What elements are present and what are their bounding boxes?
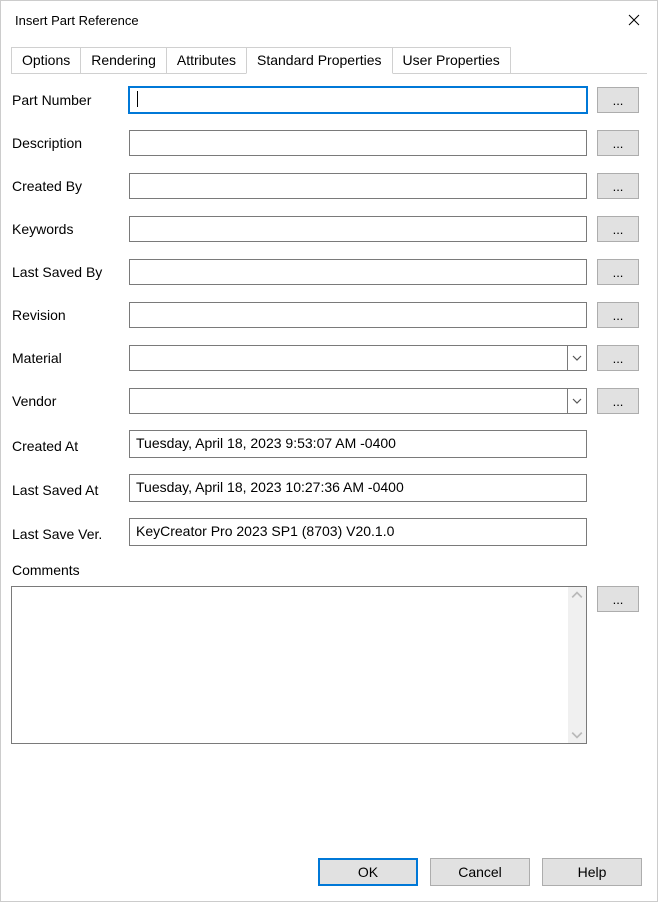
label-part-number: Part Number bbox=[11, 92, 129, 108]
row-keywords: Keywords ... bbox=[11, 215, 639, 243]
tab-rendering[interactable]: Rendering bbox=[80, 47, 167, 73]
chevron-down-icon bbox=[572, 398, 582, 404]
keywords-input[interactable] bbox=[129, 216, 587, 242]
created-by-browse-button[interactable]: ... bbox=[597, 173, 639, 199]
material-select[interactable] bbox=[129, 345, 587, 371]
row-revision: Revision ... bbox=[11, 301, 639, 329]
comments-box bbox=[11, 586, 587, 744]
close-icon bbox=[628, 14, 640, 26]
description-input[interactable] bbox=[129, 130, 587, 156]
description-browse-button[interactable]: ... bbox=[597, 130, 639, 156]
scroll-up-icon bbox=[571, 589, 583, 601]
revision-input[interactable] bbox=[129, 302, 587, 328]
scroll-down-icon bbox=[571, 729, 583, 741]
tab-panel-standard: Part Number ... Description ... Created … bbox=[11, 74, 647, 752]
row-last-saved-by: Last Saved By ... bbox=[11, 258, 639, 286]
label-keywords: Keywords bbox=[11, 221, 129, 237]
label-created-by: Created By bbox=[11, 178, 129, 194]
comments-input[interactable] bbox=[12, 587, 568, 743]
chevron-down-icon bbox=[572, 355, 582, 361]
vendor-select-input[interactable] bbox=[129, 388, 567, 414]
row-vendor: Vendor ... bbox=[11, 387, 639, 415]
material-select-input[interactable] bbox=[129, 345, 567, 371]
label-last-saved-at: Last Saved At bbox=[11, 478, 129, 498]
material-dropdown-button[interactable] bbox=[567, 345, 587, 371]
row-last-saved-at: Last Saved At Tuesday, April 18, 2023 10… bbox=[11, 474, 639, 502]
row-material: Material ... bbox=[11, 344, 639, 372]
label-comments: Comments bbox=[11, 562, 639, 578]
row-created-at: Created At Tuesday, April 18, 2023 9:53:… bbox=[11, 430, 639, 458]
label-material: Material bbox=[11, 350, 129, 366]
label-created-at: Created At bbox=[11, 434, 129, 454]
label-description: Description bbox=[11, 135, 129, 151]
titlebar: Insert Part Reference bbox=[1, 1, 657, 39]
row-created-by: Created By ... bbox=[11, 172, 639, 200]
last-save-ver-value: KeyCreator Pro 2023 SP1 (8703) V20.1.0 bbox=[129, 518, 587, 546]
keywords-browse-button[interactable]: ... bbox=[597, 216, 639, 242]
label-revision: Revision bbox=[11, 307, 129, 323]
label-vendor: Vendor bbox=[11, 393, 129, 409]
part-number-browse-button[interactable]: ... bbox=[597, 87, 639, 113]
last-saved-by-input[interactable] bbox=[129, 259, 587, 285]
revision-browse-button[interactable]: ... bbox=[597, 302, 639, 328]
window-title: Insert Part Reference bbox=[15, 13, 139, 28]
dialog-button-bar: OK Cancel Help bbox=[0, 844, 658, 902]
last-saved-by-browse-button[interactable]: ... bbox=[597, 259, 639, 285]
comments-scrollbar[interactable] bbox=[568, 587, 586, 743]
tab-standard-properties[interactable]: Standard Properties bbox=[246, 47, 393, 74]
tab-user-properties[interactable]: User Properties bbox=[392, 47, 511, 73]
row-last-save-ver: Last Save Ver. KeyCreator Pro 2023 SP1 (… bbox=[11, 518, 639, 546]
label-last-saved-by: Last Saved By bbox=[11, 264, 129, 280]
dialog-content: Options Rendering Attributes Standard Pr… bbox=[1, 39, 657, 752]
last-saved-at-value: Tuesday, April 18, 2023 10:27:36 AM -040… bbox=[129, 474, 587, 502]
part-number-input[interactable] bbox=[129, 87, 587, 113]
vendor-select[interactable] bbox=[129, 388, 587, 414]
close-button[interactable] bbox=[611, 4, 657, 36]
row-description: Description ... bbox=[11, 129, 639, 157]
row-part-number: Part Number ... bbox=[11, 86, 639, 114]
tab-attributes[interactable]: Attributes bbox=[166, 47, 247, 73]
row-comments: ... bbox=[11, 586, 639, 744]
comments-browse-button[interactable]: ... bbox=[597, 586, 639, 612]
ok-button[interactable]: OK bbox=[318, 858, 418, 886]
label-last-save-ver: Last Save Ver. bbox=[11, 522, 129, 542]
vendor-dropdown-button[interactable] bbox=[567, 388, 587, 414]
created-at-value: Tuesday, April 18, 2023 9:53:07 AM -0400 bbox=[129, 430, 587, 458]
vendor-browse-button[interactable]: ... bbox=[597, 388, 639, 414]
tab-bar: Options Rendering Attributes Standard Pr… bbox=[11, 47, 647, 74]
material-browse-button[interactable]: ... bbox=[597, 345, 639, 371]
tab-options[interactable]: Options bbox=[11, 47, 81, 73]
cancel-button[interactable]: Cancel bbox=[430, 858, 530, 886]
help-button[interactable]: Help bbox=[542, 858, 642, 886]
created-by-input[interactable] bbox=[129, 173, 587, 199]
